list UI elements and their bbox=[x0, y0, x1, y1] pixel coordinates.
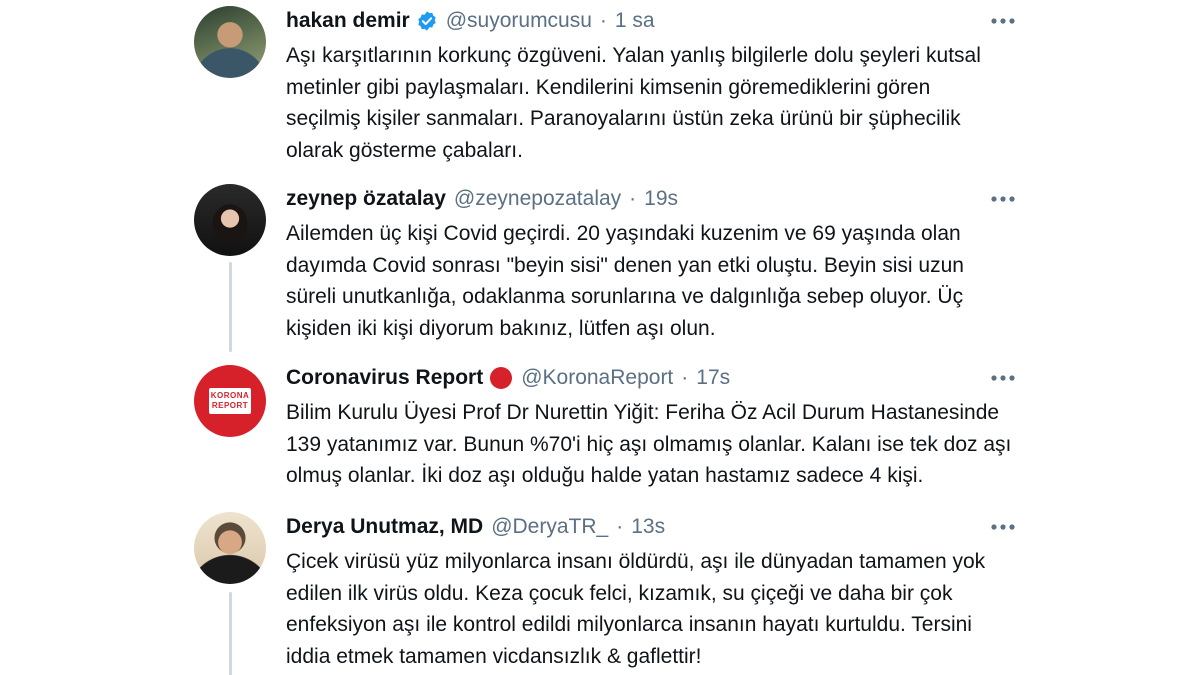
thread-connector-line bbox=[229, 262, 232, 352]
avatar[interactable]: KORONA REPORT bbox=[194, 365, 266, 437]
avatar[interactable] bbox=[194, 6, 266, 78]
tweet-header: hakan demir @suyorumcusu · 1 sa bbox=[286, 6, 1026, 36]
tweet-header: Coronavirus Report @KoronaReport · 17s bbox=[286, 363, 1026, 393]
timestamp[interactable]: 19s bbox=[644, 187, 678, 211]
tweet-text: Çicek virüsü yüz milyonlarca insanı öldü… bbox=[286, 550, 986, 668]
author-name[interactable]: hakan demir bbox=[286, 9, 410, 33]
red-dot-icon bbox=[489, 366, 513, 390]
author-handle[interactable]: @DeryaTR_ bbox=[491, 515, 608, 539]
author-name[interactable]: Coronavirus Report bbox=[286, 366, 483, 390]
more-options-icon[interactable] bbox=[986, 6, 1020, 36]
logo-text-bottom: REPORT bbox=[211, 401, 249, 410]
separator-dot: · bbox=[681, 366, 689, 389]
more-options-icon[interactable] bbox=[986, 184, 1020, 214]
timestamp[interactable]: 13s bbox=[631, 515, 665, 539]
timestamp[interactable]: 17s bbox=[696, 366, 730, 390]
avatar[interactable] bbox=[194, 184, 266, 256]
author-handle[interactable]: @KoronaReport bbox=[521, 366, 673, 390]
separator-dot: · bbox=[629, 187, 637, 210]
thread-connector-line bbox=[229, 592, 232, 675]
avatar[interactable] bbox=[194, 512, 266, 584]
tweet-header: zeynep özatalay @zeynepozatalay · 19s bbox=[286, 184, 1026, 214]
separator-dot: · bbox=[616, 515, 624, 538]
author-name[interactable]: Derya Unutmaz, MD bbox=[286, 515, 483, 539]
verified-badge-icon bbox=[416, 10, 438, 32]
author-name[interactable]: zeynep özatalay bbox=[286, 187, 446, 211]
tweet-feed: hakan demir @suyorumcusu · 1 sa Aşı karş… bbox=[186, 0, 1026, 675]
more-options-icon[interactable] bbox=[986, 512, 1020, 542]
author-handle[interactable]: @suyorumcusu bbox=[446, 9, 592, 33]
tweet-header: Derya Unutmaz, MD @DeryaTR_ · 13s bbox=[286, 512, 1026, 542]
tweet-text: Ailemden üç kişi Covid geçirdi. 20 yaşın… bbox=[286, 222, 964, 340]
separator-dot: · bbox=[599, 9, 607, 32]
tweet-text: Bilim Kurulu Üyesi Prof Dr Nurettin Yiği… bbox=[286, 401, 1012, 487]
logo-text-top: KORONA bbox=[210, 391, 250, 400]
tweet-text: Aşı karşıtlarının korkunç özgüveni. Yala… bbox=[286, 44, 981, 162]
author-handle[interactable]: @zeynepozatalay bbox=[454, 187, 621, 211]
timestamp[interactable]: 1 sa bbox=[615, 9, 655, 33]
more-options-icon[interactable] bbox=[986, 363, 1020, 393]
korona-report-logo: KORONA REPORT bbox=[209, 388, 251, 414]
